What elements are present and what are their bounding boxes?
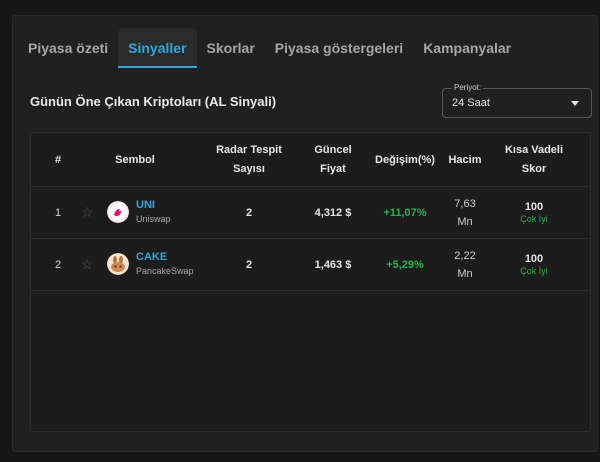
coin-name: PancakeSwap [136, 266, 194, 276]
signals-table: # Sembol Radar Tespit Sayısı Güncel Fiya… [30, 132, 591, 432]
pancakeswap-logo [107, 253, 129, 275]
score-value: 100 [524, 201, 544, 213]
header-num: # [54, 153, 62, 166]
header-price[interactable]: Güncel Fiyat [297, 133, 369, 187]
header-radar-line1: Radar Tespit [216, 144, 282, 156]
header-score-line2: Skor [521, 163, 547, 175]
row-number: 1 [54, 207, 62, 219]
change-percent: +11,07% [383, 207, 427, 219]
radar-count: 2 [245, 207, 253, 219]
short-term-score: 100 Çok İyi [489, 239, 579, 291]
volume-value: 2,22 [454, 250, 476, 262]
period-label: Periyot: [452, 82, 484, 94]
header-symbol[interactable]: Sembol [75, 133, 195, 187]
star-icon[interactable]: ☆ [81, 257, 95, 271]
row-number: 2 [54, 259, 62, 271]
header-change[interactable]: Değişim(%) [369, 133, 441, 187]
header-price-line2: Fiyat [320, 163, 346, 175]
period-value: 24 Saat [452, 97, 490, 109]
radar-count: 2 [245, 259, 253, 271]
current-price: 1,463 $ [314, 259, 352, 271]
score-value: 100 [524, 253, 544, 265]
volume: 2,22 Mn [441, 239, 489, 291]
caret-down-icon [571, 101, 579, 106]
table-row[interactable]: 2 ☆ CAKE PancakeSwap 2 1,463 $ +5,29% 2,… [31, 239, 590, 291]
coin-name: Uniswap [136, 214, 171, 224]
tab-market-indicators[interactable]: Piyasa göstergeleri [265, 28, 413, 68]
header-score-line1: Kısa Vadeli [504, 144, 564, 156]
period-select[interactable]: Periyot: 24 Saat [442, 82, 592, 118]
short-term-score: 100 Çok İyi [489, 187, 579, 239]
tab-market-summary[interactable]: Piyasa özeti [18, 28, 118, 68]
coin-symbol[interactable]: CAKE [136, 251, 167, 263]
tab-campaigns[interactable]: Kampanyalar [413, 28, 521, 68]
uniswap-logo [107, 201, 129, 223]
header-score[interactable]: Kısa Vadeli Skor [489, 133, 579, 187]
header-price-line1: Güncel [314, 144, 352, 156]
score-label: Çok İyi [520, 214, 548, 224]
tab-scores[interactable]: Skorlar [197, 28, 265, 68]
current-price: 4,312 $ [314, 207, 352, 219]
volume-unit: Mn [457, 216, 473, 228]
header-radar[interactable]: Radar Tespit Sayısı [197, 133, 301, 187]
star-icon[interactable]: ☆ [81, 205, 95, 219]
volume-value: 7,63 [454, 198, 476, 210]
header-radar-line2: Sayısı [233, 163, 265, 175]
volume-unit: Mn [457, 268, 473, 280]
volume: 7,63 Mn [441, 187, 489, 239]
header-volume[interactable]: Hacim [441, 133, 489, 187]
table-row[interactable]: 1 ☆ UNI Uniswap 2 4,312 $ +11,07% 7,63 M… [31, 187, 590, 239]
tab-signals[interactable]: Sinyaller [118, 28, 197, 68]
change-percent: +5,29% [386, 259, 424, 271]
section-title: Günün Öne Çıkan Kriptoları (AL Sinyali) [30, 94, 277, 109]
table-header: # Sembol Radar Tespit Sayısı Güncel Fiya… [31, 133, 590, 187]
coin-symbol[interactable]: UNI [136, 199, 155, 211]
score-label: Çok İyi [520, 266, 548, 276]
tab-bar: Piyasa özeti Sinyaller Skorlar Piyasa gö… [18, 28, 521, 68]
